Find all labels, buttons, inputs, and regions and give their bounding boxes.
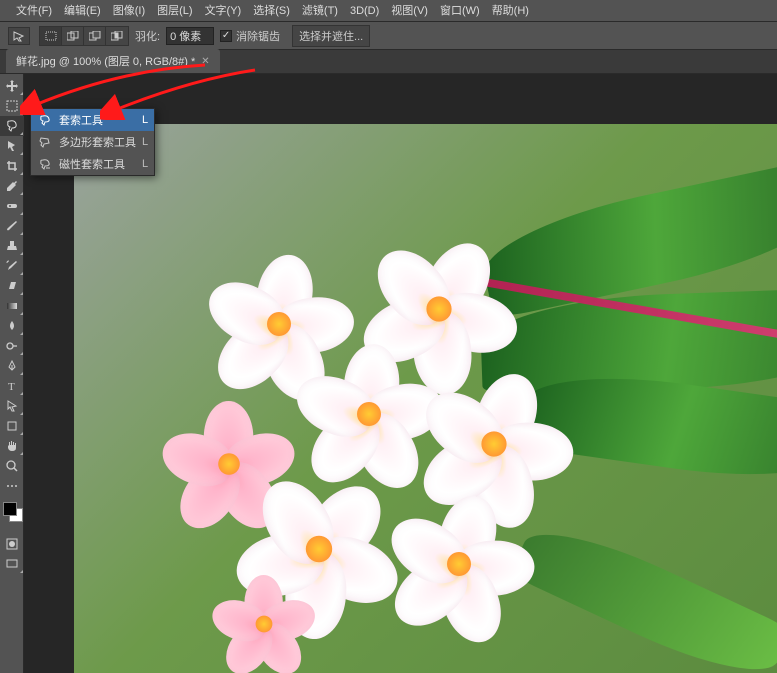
mode-subtract-selection[interactable]	[84, 27, 106, 45]
blur-tool[interactable]	[0, 316, 24, 336]
flower-cluster-graphic	[154, 224, 574, 644]
selection-mode-group	[39, 26, 129, 46]
shape-tool[interactable]	[0, 416, 24, 436]
menu-edit[interactable]: 编辑(E)	[58, 0, 107, 22]
antialias-label: 消除锯齿	[236, 28, 280, 44]
select-and-mask-button[interactable]: 选择并遮住...	[292, 25, 370, 47]
spot-heal-tool[interactable]	[0, 196, 24, 216]
current-tool-indicator[interactable]	[8, 27, 30, 45]
path-select-tool[interactable]	[0, 396, 24, 416]
flyout-shortcut: L	[142, 158, 148, 170]
menu-image[interactable]: 图像(I)	[107, 0, 151, 22]
flyout-shortcut: L	[142, 136, 148, 148]
zoom-tool[interactable]	[0, 456, 24, 476]
gradient-tool[interactable]	[0, 296, 24, 316]
lasso-tool[interactable]	[0, 116, 24, 136]
screen-mode-toggle[interactable]	[0, 554, 24, 574]
quick-mask-toggle[interactable]	[0, 534, 24, 554]
flyout-label: 多边形套索工具	[59, 134, 136, 150]
flyout-item-polygonal-lasso[interactable]: 多边形套索工具 L	[31, 131, 154, 153]
feather-label: 羽化:	[135, 28, 160, 44]
stamp-tool[interactable]	[0, 236, 24, 256]
options-bar: 羽化: ✓ 消除锯齿 选择并遮住...	[0, 22, 777, 50]
brush-tool[interactable]	[0, 216, 24, 236]
menu-bar: 文件(F) 编辑(E) 图像(I) 图层(L) 文字(Y) 选择(S) 滤镜(T…	[0, 0, 777, 22]
mode-new-selection[interactable]	[40, 27, 62, 45]
eyedropper-tool[interactable]	[0, 176, 24, 196]
flyout-item-magnetic-lasso[interactable]: 磁性套索工具 L	[31, 153, 154, 175]
feather-input[interactable]	[166, 27, 214, 45]
flyout-label: 磁性套索工具	[59, 156, 125, 172]
hand-tool[interactable]	[0, 436, 24, 456]
lasso-icon	[37, 113, 53, 127]
history-brush-tool[interactable]	[0, 256, 24, 276]
polygonal-lasso-icon	[37, 135, 53, 149]
edit-toolbar[interactable]	[0, 476, 24, 496]
mode-add-selection[interactable]	[62, 27, 84, 45]
pen-tool[interactable]	[0, 356, 24, 376]
menu-help[interactable]: 帮助(H)	[486, 0, 535, 22]
dodge-tool[interactable]	[0, 336, 24, 356]
toolbox: T	[0, 74, 24, 673]
antialias-option[interactable]: ✓ 消除锯齿	[220, 28, 280, 44]
crop-tool[interactable]	[0, 156, 24, 176]
menu-filter[interactable]: 滤镜(T)	[296, 0, 344, 22]
menu-layer[interactable]: 图层(L)	[151, 0, 198, 22]
document-image	[74, 124, 777, 673]
menu-window[interactable]: 窗口(W)	[434, 0, 486, 22]
eraser-tool[interactable]	[0, 276, 24, 296]
mode-intersect-selection[interactable]	[106, 27, 128, 45]
text-tool[interactable]: T	[0, 376, 24, 396]
foreground-color-swatch[interactable]	[3, 502, 17, 516]
antialias-checkbox-icon: ✓	[220, 30, 232, 42]
menu-select[interactable]: 选择(S)	[247, 0, 296, 22]
menu-view[interactable]: 视图(V)	[385, 0, 434, 22]
magnetic-lasso-icon	[37, 157, 53, 171]
svg-text:T: T	[8, 381, 15, 393]
menu-3d[interactable]: 3D(D)	[344, 0, 385, 22]
menu-file[interactable]: 文件(F)	[10, 0, 58, 22]
quick-select-tool[interactable]	[0, 136, 24, 156]
annotation-arrow	[100, 65, 260, 120]
menu-type[interactable]: 文字(Y)	[199, 0, 248, 22]
color-swatches[interactable]	[0, 500, 24, 528]
